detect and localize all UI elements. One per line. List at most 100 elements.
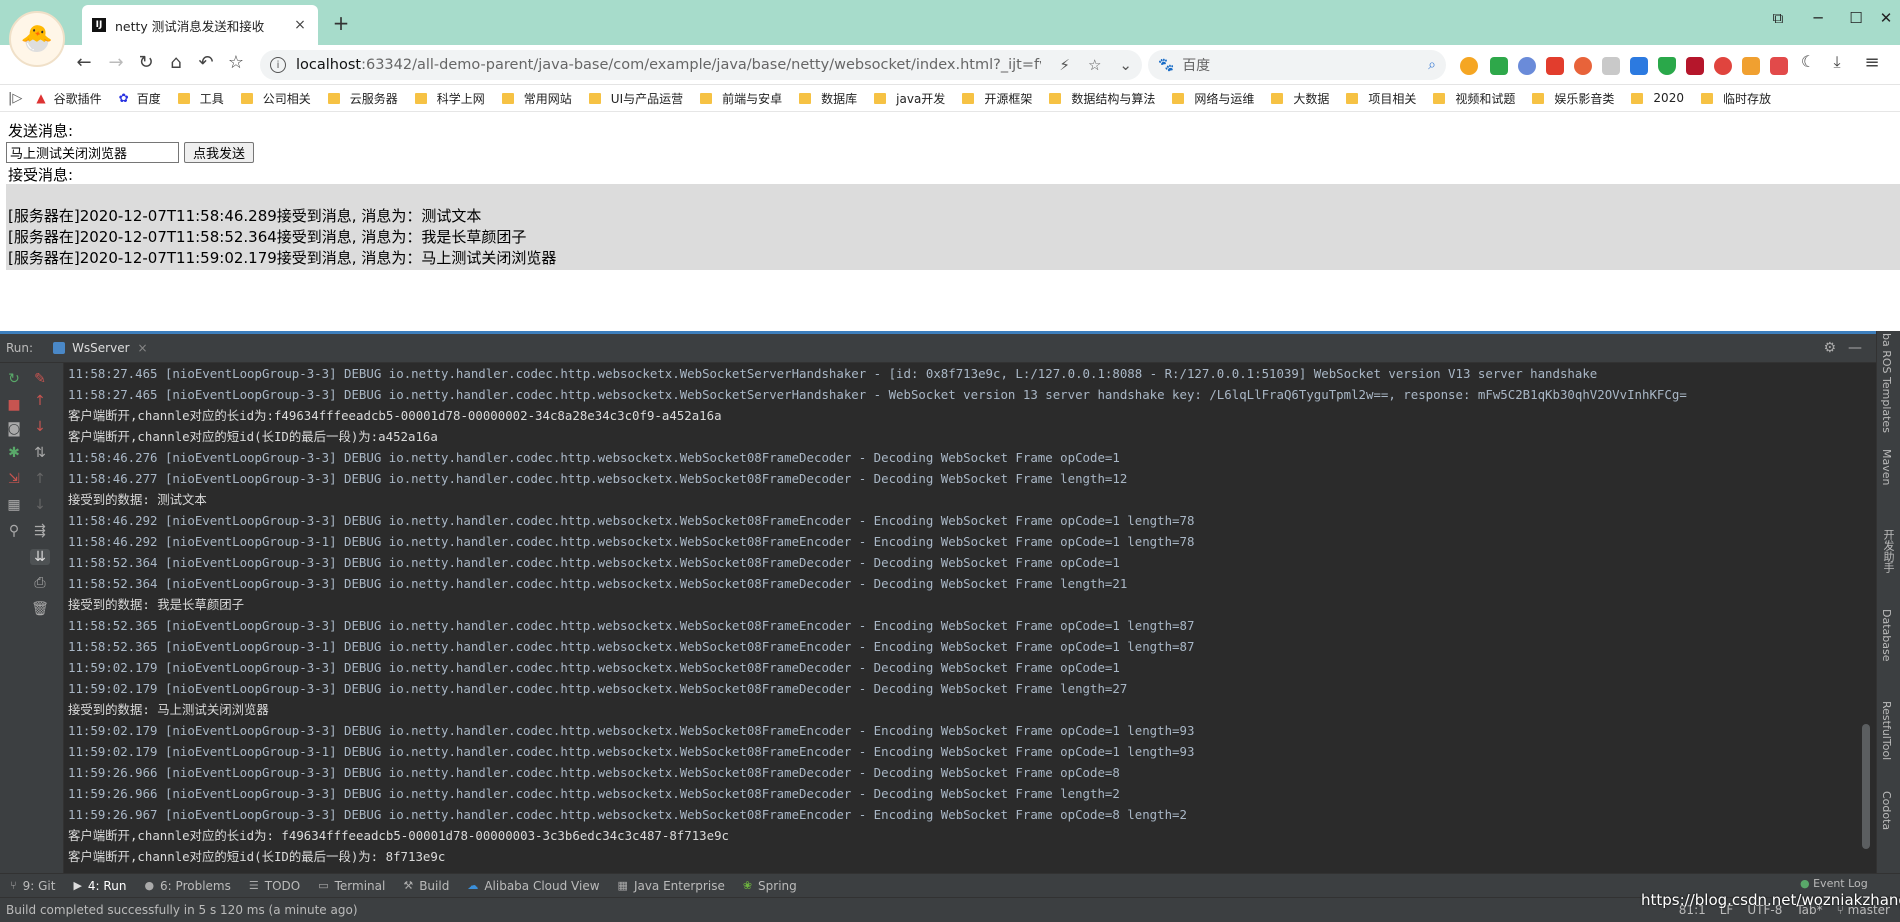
favorite-star-icon[interactable]: ☆ — [1088, 56, 1101, 74]
tab-alibaba-cloud-view[interactable]: ☁ Alibaba Cloud View — [467, 879, 599, 893]
tab-todo[interactable]: ☰ TODO — [249, 879, 300, 893]
bookmark-folder[interactable]: 项目相关 — [1346, 90, 1416, 107]
search-icon[interactable]: ⌕ — [1428, 57, 1436, 73]
chevron-down-icon[interactable]: ⌄ — [1119, 56, 1132, 74]
extension-12-icon[interactable] — [1770, 57, 1788, 75]
maximize-button[interactable]: ☐ — [1844, 9, 1868, 27]
rerun-icon[interactable]: ↻ — [4, 371, 24, 387]
debug-bug-icon[interactable]: ✱ — [4, 445, 24, 461]
tab-java-enterprise[interactable]: ▦ Java Enterprise — [618, 879, 725, 893]
bookmark-folder[interactable]: 网络与运维 — [1172, 90, 1254, 107]
tab-problems[interactable]: ● 6: Problems — [144, 879, 230, 893]
bookmark-folder[interactable]: 科学上网 — [414, 90, 485, 107]
restore-icon[interactable]: ⧉ — [1766, 9, 1790, 27]
trash-icon[interactable]: 🗑 — [30, 601, 50, 617]
menu-icon[interactable]: ≡ — [1860, 52, 1884, 73]
database-tool[interactable]: Database — [1880, 609, 1893, 662]
tab-close-icon[interactable]: × — [292, 17, 308, 33]
extension-3-icon[interactable] — [1518, 57, 1536, 75]
extension-2-icon[interactable] — [1490, 57, 1508, 75]
address-bar[interactable]: i localhost:63342/all-demo-parent/java-b… — [260, 50, 1142, 80]
tab-git[interactable]: ⑂ 9: Git — [10, 879, 55, 893]
dev-helper-tool[interactable]: 开发助手 — [1880, 529, 1896, 573]
console-output[interactable]: 11:58:27.465 [nioEventLoopGroup-3-3] DEB… — [68, 363, 1858, 873]
close-icon[interactable]: × — [138, 341, 148, 355]
extension-5-icon[interactable] — [1574, 57, 1592, 75]
extension-11-icon[interactable] — [1742, 57, 1760, 75]
sort-icon[interactable]: ⇅ — [30, 445, 50, 461]
extension-7-icon[interactable] — [1630, 57, 1648, 75]
forward-icon[interactable]: → — [104, 52, 128, 73]
event-log-button[interactable]: ● Event Log — [1800, 877, 1868, 890]
profile-avatar[interactable]: 🐣 — [9, 11, 65, 67]
bookmark-item[interactable]: ✿ 百度 — [119, 90, 161, 107]
camera-icon[interactable]: ◙ — [4, 421, 24, 437]
bookmark-folder[interactable]: 大数据 — [1271, 90, 1329, 107]
close-window-button[interactable]: ✕ — [1874, 9, 1898, 27]
tab-spring[interactable]: ❀ Spring — [743, 879, 797, 893]
stop-icon[interactable]: ■ — [4, 397, 24, 413]
dark-mode-icon[interactable]: ☾ — [1796, 52, 1820, 71]
exit-icon[interactable]: ⇲ — [4, 471, 24, 487]
bookmark-folder[interactable]: 娱乐影音类 — [1532, 90, 1614, 107]
back-icon[interactable]: ← — [72, 52, 96, 73]
browser-tab-active[interactable]: IJ netty 测试消息发送和接收 × — [82, 5, 318, 45]
extension-6-icon[interactable] — [1602, 57, 1620, 75]
site-info-icon[interactable]: i — [270, 57, 286, 73]
restfultool-tool[interactable]: RestfulTool — [1880, 701, 1893, 760]
download-icon[interactable]: ⤓ — [1825, 52, 1849, 72]
extension-10-icon[interactable] — [1714, 57, 1732, 75]
tab-build[interactable]: ⚒ Build — [403, 879, 449, 893]
extension-fe-icon[interactable] — [1546, 57, 1564, 75]
undo-icon[interactable]: ↶ — [194, 52, 218, 73]
down-arrow-icon[interactable]: ↓ — [30, 419, 50, 435]
reload-icon[interactable]: ↻ — [134, 52, 158, 73]
prev-icon[interactable]: ↑ — [30, 471, 50, 487]
folder-icon — [501, 92, 514, 104]
send-button[interactable]: 点我发送 — [184, 142, 254, 163]
tab-terminal[interactable]: ▭ Terminal — [318, 879, 385, 893]
bookmark-folder[interactable]: 视频和试题 — [1433, 90, 1515, 107]
bookmarks-toggle-icon[interactable]: |▷ — [8, 91, 22, 106]
new-tab-button[interactable]: + — [330, 11, 352, 35]
bookmark-star-icon[interactable]: ☆ — [224, 52, 248, 73]
message-input[interactable] — [6, 142, 179, 163]
bookmark-folder[interactable]: 云服务器 — [327, 90, 398, 107]
bookmark-folder[interactable]: java开发 — [874, 90, 945, 107]
search-box[interactable]: 🐾 百度 ⌕ — [1148, 50, 1446, 80]
pin-icon[interactable]: ⚲ — [4, 523, 24, 539]
hide-icon[interactable]: — — [1848, 340, 1862, 356]
lightning-icon[interactable]: ⚡ — [1059, 56, 1070, 74]
extension-1-icon[interactable] — [1460, 57, 1478, 75]
extension-js-icon[interactable] — [1686, 57, 1704, 75]
edit-config-icon[interactable]: ✎ — [30, 371, 50, 387]
bookmark-item[interactable]: ▲ 谷歌插件 — [36, 90, 101, 107]
ros-templates-tool[interactable]: ba ROS Templates — [1880, 333, 1893, 433]
bookmark-folder[interactable]: 2020 — [1631, 91, 1684, 105]
bookmark-folder[interactable]: 工具 — [177, 90, 224, 107]
up-arrow-icon[interactable]: ↑ — [30, 393, 50, 409]
folder-icon — [1049, 92, 1062, 104]
soft-wrap-icon[interactable]: ⇶ — [30, 523, 50, 539]
home-icon[interactable]: ⌂ — [164, 52, 188, 73]
run-tab-wsserver[interactable]: WsServer × — [53, 341, 148, 355]
bookmark-folder[interactable]: 公司相关 — [240, 90, 311, 107]
bookmark-folder[interactable]: 临时存放 — [1700, 90, 1771, 107]
codota-tool[interactable]: Codota — [1880, 791, 1893, 830]
bookmark-folder[interactable]: 数据库 — [799, 90, 857, 107]
console-scrollbar[interactable] — [1862, 724, 1870, 849]
bookmark-folder[interactable]: 数据结构与算法 — [1049, 90, 1155, 107]
bookmark-folder[interactable]: UI与产品运营 — [588, 90, 683, 107]
print-icon[interactable]: ⎙ — [30, 575, 50, 591]
shield-icon[interactable] — [1658, 57, 1676, 75]
bookmark-folder[interactable]: 开源框架 — [962, 90, 1032, 107]
minimize-button[interactable]: ─ — [1806, 9, 1830, 27]
maven-tool[interactable]: Maven — [1880, 449, 1893, 485]
bookmark-folder[interactable]: 前端与安卓 — [700, 90, 782, 107]
gear-icon[interactable]: ⚙ — [1823, 340, 1836, 356]
layout-icon[interactable]: ▦ — [4, 497, 24, 513]
scroll-to-end-icon[interactable]: ⇊ — [30, 549, 50, 565]
next-icon[interactable]: ↓ — [30, 497, 50, 513]
tab-run[interactable]: ▶ 4: Run — [73, 879, 126, 893]
bookmark-folder[interactable]: 常用网站 — [501, 90, 572, 107]
